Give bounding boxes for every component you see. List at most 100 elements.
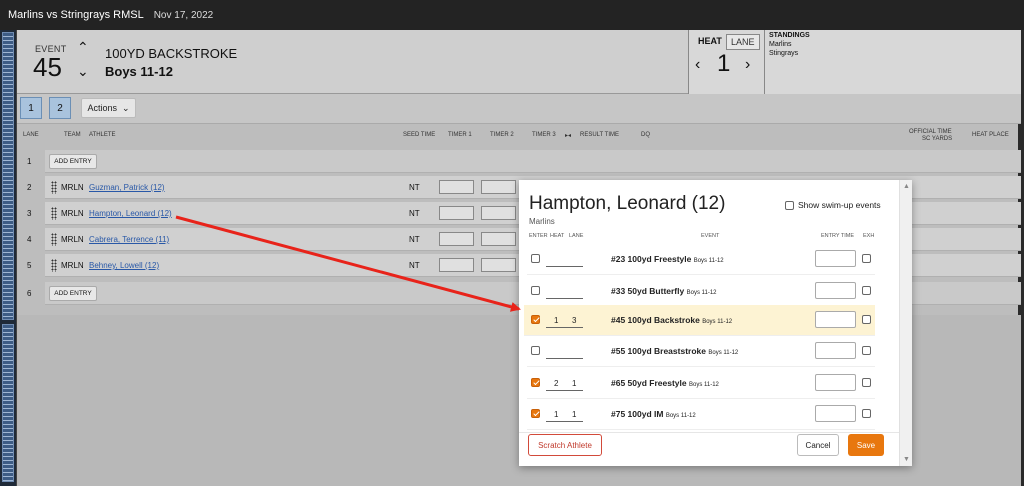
enter-checkbox[interactable] [531, 378, 540, 387]
col-lane: LANE [23, 132, 39, 138]
lane-number: 1 [27, 157, 32, 166]
enter-checkbox[interactable] [531, 286, 540, 295]
event-group: Boys 11-12 [702, 319, 733, 325]
heat-lane-field[interactable] [546, 345, 583, 359]
event-row: 2 1 #65 50yd Freestyle Boys 11-12 [527, 368, 875, 399]
show-swim-up-checkbox[interactable] [785, 200, 794, 210]
save-button[interactable]: Save [848, 434, 884, 456]
entry-time-input[interactable] [815, 405, 856, 422]
timer1-input[interactable] [439, 206, 474, 220]
scratch-athlete-button[interactable]: Scratch Athlete [528, 434, 602, 456]
event-group: Boys 11-12 [688, 382, 719, 388]
dialog-footer-divider [519, 432, 899, 433]
exhibition-checkbox[interactable] [862, 378, 871, 387]
heat-value: 1 [554, 316, 559, 325]
heat-button-2[interactable]: 2 [49, 97, 71, 119]
timer2-input[interactable] [481, 232, 516, 246]
team-code: MRLN [61, 261, 84, 270]
heat-lane-field[interactable] [546, 285, 583, 299]
lane-value: 1 [572, 410, 577, 419]
event-rail-block-bottom[interactable] [2, 324, 14, 482]
heat-lane-field[interactable] [546, 253, 583, 267]
title-bar: Marlins vs Stringrays RMSL Nov 17, 2022 [0, 0, 1024, 30]
seed-time: NT [409, 235, 420, 244]
exhibition-checkbox[interactable] [862, 315, 871, 324]
team-code: MRLN [61, 209, 84, 218]
heat-lane-field[interactable]: 13 [546, 314, 583, 328]
cancel-button[interactable]: Cancel [797, 434, 839, 456]
event-rail-block-top[interactable] [2, 32, 14, 320]
event-label: #23 100yd Freestyle Boys 11-12 [611, 254, 724, 264]
drag-handle-icon[interactable] [51, 181, 57, 194]
col-seed: SEED TIME [403, 132, 436, 138]
athlete-link[interactable]: Guzman, Patrick (12) [89, 183, 165, 192]
exhibition-checkbox[interactable] [862, 286, 871, 295]
entry-time-input[interactable] [815, 282, 856, 299]
actions-button[interactable]: Actions ⌄ [81, 98, 136, 118]
event-group: Boys 11-12 [693, 258, 724, 264]
chevron-left-icon[interactable]: ‹ [695, 56, 700, 74]
exhibition-checkbox[interactable] [862, 254, 871, 263]
col-exh: EXH [863, 233, 875, 239]
event-name: #65 50yd Freestyle [611, 378, 687, 388]
col-timer3: TIMER 3 [532, 132, 556, 138]
event-group: Boys 11-12 [665, 413, 696, 419]
col-timer1: TIMER 1 [448, 132, 472, 138]
show-swim-up-toggle[interactable]: Show swim-up events [785, 200, 881, 210]
chevron-right-icon[interactable]: › [745, 56, 750, 74]
col-dq: DQ [641, 132, 650, 138]
enter-checkbox[interactable] [531, 346, 540, 355]
col-official-units: SC YARDS [922, 136, 953, 142]
add-entry-button[interactable]: ADD ENTRY [49, 154, 97, 169]
lane-number: 2 [27, 183, 32, 192]
team-code: MRLN [61, 235, 84, 244]
exhibition-checkbox[interactable] [862, 346, 871, 355]
tab-lane[interactable]: LANE [726, 34, 760, 50]
col-official: OFFICIAL TIME [909, 129, 952, 135]
entry-time-input[interactable] [815, 311, 856, 328]
exhibition-checkbox[interactable] [862, 409, 871, 418]
event-row: #33 50yd Butterfly Boys 11-12 [527, 276, 875, 307]
enter-checkbox[interactable] [531, 315, 540, 324]
heat-lane-field[interactable]: 21 [546, 377, 583, 391]
chevron-up-icon[interactable]: ⌃ [77, 39, 89, 56]
lane-value: 1 [572, 379, 577, 388]
event-rail[interactable] [0, 30, 17, 486]
heat-lane-field[interactable]: 11 [546, 408, 583, 422]
event-number: 45 [33, 52, 62, 82]
meet-date: Nov 17, 2022 [153, 9, 214, 21]
enter-checkbox[interactable] [531, 409, 540, 418]
timer1-input[interactable] [439, 180, 474, 194]
drag-handle-icon[interactable] [51, 207, 57, 220]
add-entry-button[interactable]: ADD ENTRY [49, 286, 97, 301]
event-name: #23 100yd Freestyle [611, 254, 692, 264]
chevron-down-icon[interactable]: ⌄ [77, 63, 89, 80]
scroll-down-icon[interactable]: ▼ [903, 456, 910, 463]
heat-button-1[interactable]: 1 [20, 97, 42, 119]
event-header: EVENT 45 ⌃ ⌄ 100YD BACKSTROKE Boys 11-12… [17, 30, 1021, 94]
timer2-input[interactable] [481, 206, 516, 220]
athlete-link[interactable]: Cabrera, Terrence (11) [89, 235, 169, 244]
timer2-input[interactable] [481, 258, 516, 272]
timer1-input[interactable] [439, 232, 474, 246]
dialog-scrollbar[interactable]: ▲ ▼ [899, 180, 912, 466]
heat-value: 2 [554, 379, 559, 388]
event-name: 100YD BACKSTROKE [105, 46, 238, 61]
actions-label: Actions [87, 103, 117, 113]
col-enter: ENTER [529, 233, 548, 239]
entry-time-input[interactable] [815, 342, 856, 359]
enter-checkbox[interactable] [531, 254, 540, 263]
athlete-link[interactable]: Hampton, Leonard (12) [89, 209, 172, 218]
entry-time-input[interactable] [815, 374, 856, 391]
event-name: #33 50yd Butterfly [611, 286, 685, 296]
athlete-link[interactable]: Behney, Lowell (12) [89, 261, 159, 270]
entry-time-input[interactable] [815, 250, 856, 267]
col-heat-place: HEAT PLACE [972, 132, 1009, 138]
timer2-input[interactable] [481, 180, 516, 194]
timer1-input[interactable] [439, 258, 474, 272]
swap-icon[interactable]: ▸◂ [565, 132, 571, 139]
drag-handle-icon[interactable] [51, 259, 57, 272]
scroll-up-icon[interactable]: ▲ [903, 183, 910, 190]
drag-handle-icon[interactable] [51, 233, 57, 246]
tab-heat[interactable]: HEAT [694, 34, 726, 48]
